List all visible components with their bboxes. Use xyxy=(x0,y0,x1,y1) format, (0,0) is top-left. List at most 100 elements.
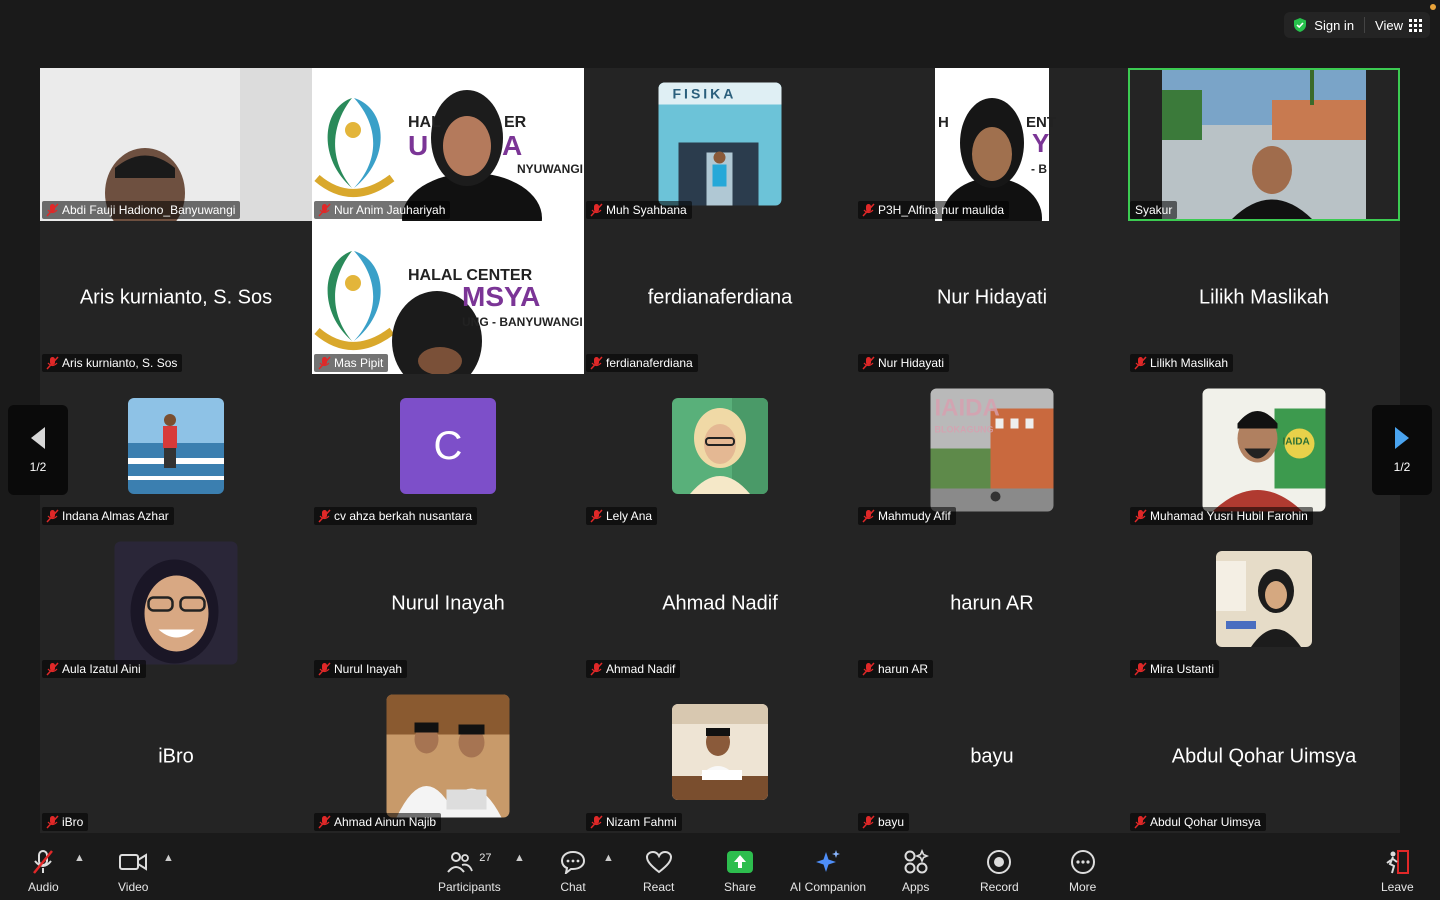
participant-tile[interactable]: FISIKA Muh Syahbana xyxy=(584,68,856,221)
participant-tile[interactable]: H ENT Y - B P3H_Alfina nur maulida xyxy=(856,68,1128,221)
mic-muted-icon xyxy=(318,509,331,523)
record-button[interactable]: Record xyxy=(980,848,1019,894)
participant-tile[interactable]: Ahmad Ainun Najib xyxy=(312,680,584,833)
participant-name-label: P3H_Alfina nur maulida xyxy=(858,201,1010,219)
participant-name: iBro xyxy=(62,815,84,829)
participant-tile[interactable]: bayu bayu xyxy=(856,680,1128,833)
participant-tile[interactable]: IAIDA BLOKAGUNG Mahmudy Afif xyxy=(856,374,1128,527)
mic-muted-icon xyxy=(862,203,875,217)
participant-tile[interactable]: Nurul Inayah Nurul Inayah xyxy=(312,527,584,680)
chevron-left-icon xyxy=(31,427,45,449)
participant-tile[interactable]: Lely Ana xyxy=(584,374,856,527)
participant-name: P3H_Alfina nur maulida xyxy=(878,203,1005,217)
react-label: React xyxy=(643,880,675,894)
gallery-grid: Abdi Fauji Hadiono_Banyuwangi HAL ER U A… xyxy=(40,68,1400,833)
video-feed xyxy=(312,221,584,374)
view-button[interactable]: View xyxy=(1375,18,1422,33)
participants-button[interactable]: 27 Participants xyxy=(438,848,501,894)
video-options-caret[interactable]: ▲ xyxy=(163,852,174,864)
mic-muted-icon xyxy=(1134,662,1147,676)
background-text: BLOKAGUNG xyxy=(934,424,994,435)
participant-tile[interactable]: Aula Izatul Aini xyxy=(40,527,312,680)
participant-tile[interactable]: Ahmad Nadif Ahmad Nadif xyxy=(584,527,856,680)
participant-tile[interactable]: ferdianaferdiana ferdianaferdiana xyxy=(584,221,856,374)
background-text: FISIKA xyxy=(672,85,737,102)
participant-tile[interactable]: Mira Ustanti xyxy=(1128,527,1400,680)
participant-name: Muh Syahbana xyxy=(606,203,687,217)
participant-tile[interactable]: Nur Hidayati Nur Hidayati xyxy=(856,221,1128,374)
audio-label: Audio xyxy=(28,880,59,894)
participant-tile[interactable]: Lilikh Maslikah Lilikh Maslikah xyxy=(1128,221,1400,374)
participant-tile[interactable]: Aris kurnianto, S. Sos Aris kurnianto, S… xyxy=(40,221,312,374)
participant-tile[interactable]: Abdi Fauji Hadiono_Banyuwangi xyxy=(40,68,312,221)
more-button[interactable]: More xyxy=(1069,848,1096,894)
share-screen-icon xyxy=(727,851,754,873)
participant-display-name: bayu xyxy=(970,745,1014,767)
participants-count: 27 xyxy=(479,852,492,864)
participant-tile[interactable]: C cv ahza berkah nusantara xyxy=(312,374,584,527)
participant-name-label: Nur Anim Jauhariyah xyxy=(314,201,451,219)
participant-display-name: harun AR xyxy=(950,592,1034,614)
participant-name: Nur Hidayati xyxy=(878,356,945,370)
participant-tile[interactable]: IAIDA Muhamad Yusri Hubil Farohin xyxy=(1128,374,1400,527)
participant-name-label: Indana Almas Azhar xyxy=(42,507,174,525)
chat-button[interactable]: Chat xyxy=(560,848,586,894)
participant-name: Lilikh Maslikah xyxy=(1150,356,1229,370)
profile-photo xyxy=(386,694,510,818)
notification-dot xyxy=(1430,4,1436,10)
participant-name-label: Syakur xyxy=(1130,201,1178,219)
participant-display-name: Ahmad Nadif xyxy=(662,592,778,614)
participant-name-label: Lilikh Maslikah xyxy=(1130,354,1234,372)
next-page-button[interactable]: 1/2 xyxy=(1372,405,1432,495)
react-button[interactable]: React xyxy=(643,848,674,894)
background-text: U xyxy=(408,130,429,161)
audio-button[interactable]: Audio xyxy=(28,848,59,894)
leave-button[interactable]: Leave xyxy=(1381,848,1414,894)
ai-companion-button[interactable]: AI Companion xyxy=(790,848,866,894)
mic-muted-icon xyxy=(46,815,59,829)
share-button[interactable]: Share xyxy=(724,848,756,894)
mic-muted-icon xyxy=(862,509,875,523)
participant-name: Nur Anim Jauhariyah xyxy=(334,203,446,217)
sign-in-button[interactable]: Sign in xyxy=(1292,17,1354,33)
video-label: Video xyxy=(118,880,149,894)
apps-button[interactable]: Apps xyxy=(902,848,929,894)
participant-name-label: Ahmad Ainun Najib xyxy=(314,813,442,831)
participant-tile[interactable]: HAL ER U A NYUWANGI Nur Anim Jauhariyah xyxy=(312,68,584,221)
participant-tile[interactable]: Nizam Fahmi xyxy=(584,680,856,833)
profile-photo: IAIDA xyxy=(1202,388,1326,512)
participant-tile[interactable]: Abdul Qohar Uimsya Abdul Qohar Uimsya xyxy=(1128,680,1400,833)
participant-name-label: Ahmad Nadif xyxy=(586,660,681,678)
participants-options-caret[interactable]: ▲ xyxy=(514,852,525,864)
participant-tile-active-speaker[interactable]: Syakur xyxy=(1128,68,1400,221)
mic-muted-icon xyxy=(590,662,603,676)
participant-tile[interactable]: HALAL CENTER MSYA UNG - BANYUWANGI Mas P… xyxy=(312,221,584,374)
participant-name: Mira Ustanti xyxy=(1150,662,1215,676)
participant-tile[interactable]: Indana Almas Azhar xyxy=(40,374,312,527)
video-feed xyxy=(312,68,584,221)
mic-muted-icon xyxy=(46,509,59,523)
participant-name-label: iBro xyxy=(42,813,89,831)
chat-options-caret[interactable]: ▲ xyxy=(603,852,614,864)
participant-name-label: Mas Pipit xyxy=(314,354,389,372)
participant-display-name: Abdul Qohar Uimsya xyxy=(1171,745,1357,767)
audio-options-caret[interactable]: ▲ xyxy=(74,852,85,864)
previous-page-button[interactable]: 1/2 xyxy=(8,405,68,495)
participant-name-label: Mira Ustanti xyxy=(1130,660,1220,678)
mic-muted-icon xyxy=(1134,356,1147,370)
participant-name-label: bayu xyxy=(858,813,910,831)
participant-display-name: iBro xyxy=(158,745,194,767)
more-label: More xyxy=(1069,880,1097,894)
participant-name: Abdul Qohar Uimsya xyxy=(1150,815,1261,829)
participant-display-name: Nur Hidayati xyxy=(936,286,1048,308)
background-text: UNG - BANYUWANGI xyxy=(462,315,583,329)
participant-name: Muhamad Yusri Hubil Farohin xyxy=(1150,509,1308,523)
participant-tile[interactable]: harun AR harun AR xyxy=(856,527,1128,680)
participant-tile[interactable]: iBro iBro xyxy=(40,680,312,833)
profile-photo xyxy=(128,398,224,494)
video-feed xyxy=(935,68,1049,221)
video-button[interactable]: Video xyxy=(118,848,148,894)
shield-check-icon xyxy=(1294,18,1307,32)
view-label: View xyxy=(1375,17,1403,33)
background-text: A xyxy=(502,130,523,161)
